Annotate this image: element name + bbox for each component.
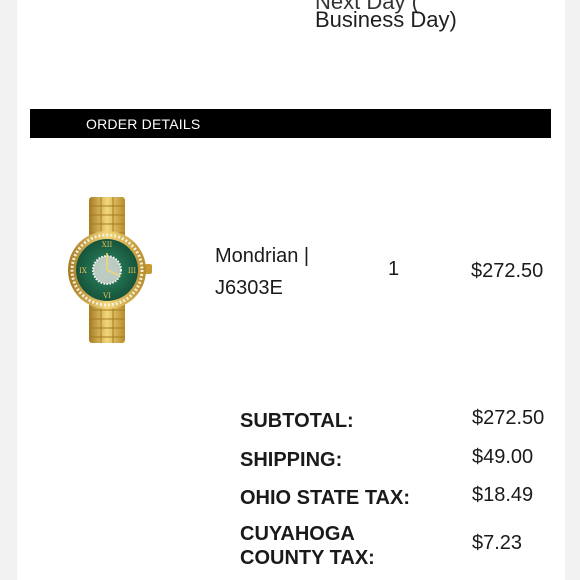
svg-text:III: III <box>128 267 137 275</box>
delivery-method: Next Day ( Business Day) <box>315 0 535 34</box>
svg-text:XII: XII <box>102 241 113 249</box>
watch-image-icon: XII VI IX III <box>68 197 152 343</box>
subtotal-label: SUBTOTAL: <box>240 410 354 432</box>
county-tax-label-line1: CUYAHOGA <box>240 523 355 545</box>
county-tax-value: $7.23 <box>472 532 523 554</box>
order-details-header: ORDER DETAILS <box>30 109 551 138</box>
product-quantity: 1 <box>388 258 400 280</box>
product-image[interactable]: XII VI IX III <box>62 195 157 345</box>
shipping-value: $49.00 <box>472 446 534 468</box>
order-details-title: ORDER DETAILS <box>86 116 201 132</box>
state-tax-value: $18.49 <box>472 484 534 506</box>
subtotal-value: $272.50 <box>472 407 545 429</box>
shipping-label: SHIPPING: <box>240 449 343 471</box>
county-tax-label-line2: COUNTY TAX: <box>240 547 375 569</box>
delivery-method-line1: Next Day ( <box>315 0 419 14</box>
svg-text:IX: IX <box>79 267 87 275</box>
product-name-line2: J6303E <box>215 277 283 299</box>
product-name-line1: Mondrian | <box>215 245 310 267</box>
product-name[interactable]: Mondrian | J6303E <box>215 240 335 304</box>
state-tax-label: OHIO STATE TAX: <box>240 487 410 509</box>
product-price: $272.50 <box>471 260 544 282</box>
svg-text:VI: VI <box>102 292 111 300</box>
